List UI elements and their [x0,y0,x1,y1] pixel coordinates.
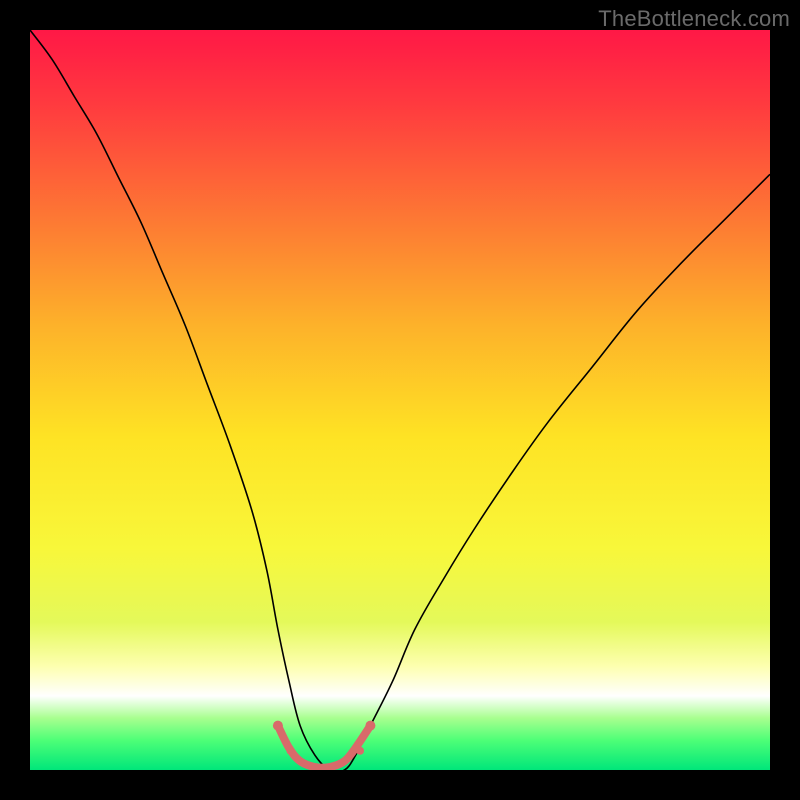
marker-dot [286,747,294,755]
marker-dot [273,721,283,731]
chart-frame: TheBottleneck.com [0,0,800,800]
chart-background [30,30,770,770]
watermark-text: TheBottleneck.com [598,6,790,32]
marker-dot [365,721,375,731]
marker-dot [356,747,364,755]
bottleneck-chart [30,30,770,770]
